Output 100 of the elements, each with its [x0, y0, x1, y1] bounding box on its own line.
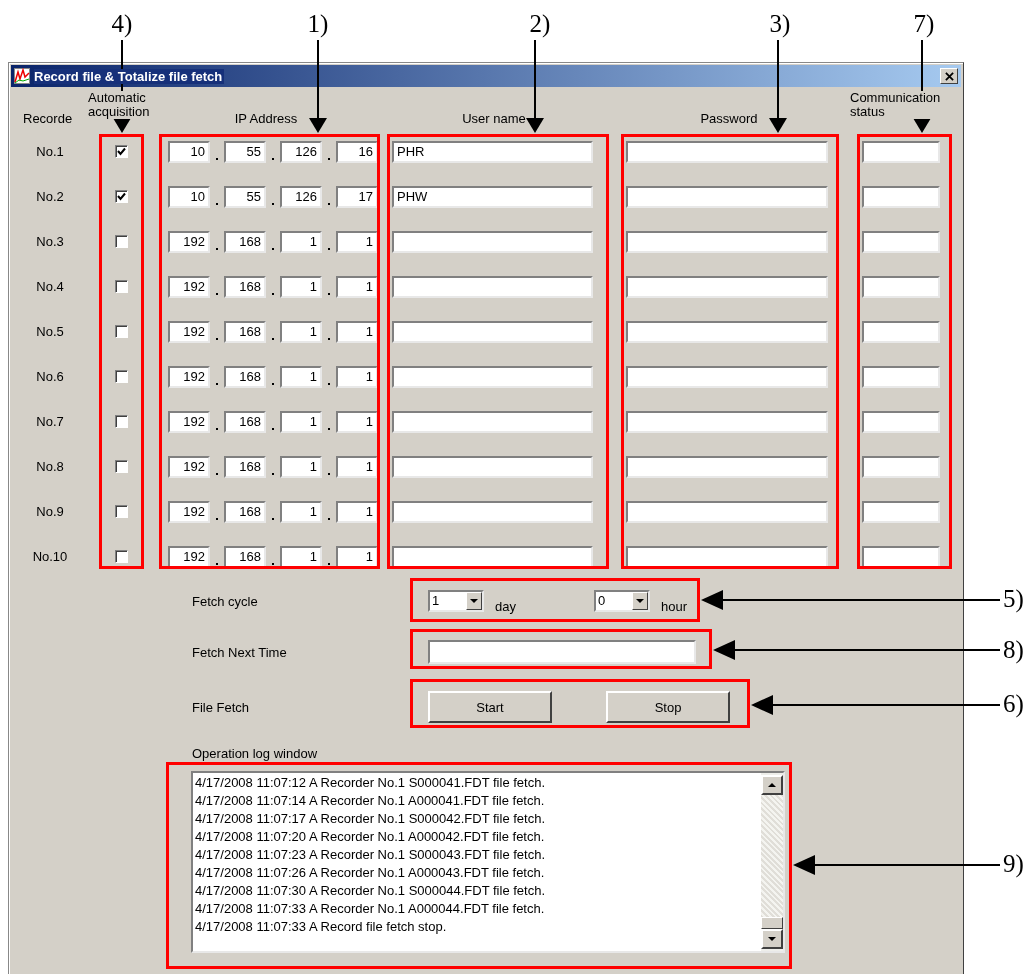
day-dropdown[interactable]: 1	[428, 590, 484, 612]
ip-octet-field[interactable]: 1	[336, 545, 378, 568]
ip-octet-field[interactable]: 1	[280, 455, 322, 478]
ip-octet-field[interactable]: 168	[224, 365, 266, 388]
password-field[interactable]	[626, 320, 828, 343]
checkbox[interactable]	[114, 415, 128, 428]
checkbox[interactable]	[114, 370, 128, 383]
scroll-up-button[interactable]	[761, 775, 783, 795]
checkbox[interactable]	[114, 145, 128, 158]
ip-octet-field[interactable]: 1	[280, 230, 322, 253]
push-button[interactable]: Start	[428, 691, 552, 723]
checkbox[interactable]	[114, 550, 128, 563]
push-button[interactable]: Stop	[606, 691, 730, 723]
log-list[interactable]	[191, 771, 785, 953]
close-button[interactable]	[940, 68, 958, 84]
user-name-field[interactable]	[392, 410, 593, 433]
log-line: 4/17/2008 11:07:33 A Recorder No.1 A000044.FDT file fetch.	[195, 900, 546, 918]
ip-octet-field[interactable]: 1	[336, 500, 378, 523]
ip-octet-field[interactable]: 1	[280, 320, 322, 343]
ip-octet-field[interactable]: 55	[224, 185, 266, 208]
ip-octet-field[interactable]: 168	[224, 230, 266, 253]
next-time-field[interactable]	[428, 640, 696, 664]
ip-octet-field[interactable]: 192	[168, 545, 210, 568]
ip-octet-field[interactable]: 192	[168, 365, 210, 388]
password-field[interactable]	[626, 185, 828, 208]
unit-label: day	[495, 598, 516, 614]
user-name-field[interactable]	[392, 275, 593, 298]
checkbox[interactable]	[114, 325, 128, 338]
ip-octet-field[interactable]: 10	[168, 185, 210, 208]
ip-octet-field[interactable]: 1	[336, 365, 378, 388]
ip-octet-field[interactable]: 17	[336, 185, 378, 208]
up-arrow-icon	[768, 783, 776, 787]
row-label: No.2	[36, 189, 64, 204]
ip-octet-field[interactable]: 192	[168, 230, 210, 253]
ip-octet-field[interactable]: 168	[224, 275, 266, 298]
password-field[interactable]	[626, 230, 828, 253]
password-field[interactable]	[626, 140, 828, 163]
scroll-down-button[interactable]	[761, 929, 783, 949]
status-field[interactable]	[862, 410, 940, 433]
scrollbar[interactable]	[761, 773, 783, 951]
checkbox[interactable]	[114, 190, 128, 203]
ip-octet-field[interactable]: 1	[336, 455, 378, 478]
password-field[interactable]	[626, 365, 828, 388]
ip-octet-field[interactable]: 55	[224, 140, 266, 163]
ip-octet-field[interactable]: 168	[224, 545, 266, 568]
row-label: No.5	[36, 324, 64, 339]
user-name-field[interactable]	[392, 545, 593, 568]
checkbox[interactable]	[114, 505, 128, 518]
dot-separator	[216, 382, 218, 385]
ip-octet-field[interactable]: 1	[336, 275, 378, 298]
ip-octet-field[interactable]: 10	[168, 140, 210, 163]
user-name-field[interactable]	[392, 230, 593, 253]
ip-octet-field[interactable]: 1	[280, 410, 322, 433]
ip-octet-field[interactable]: 126	[280, 185, 322, 208]
password-field[interactable]	[626, 455, 828, 478]
status-field[interactable]	[862, 230, 940, 253]
ip-octet-field[interactable]: 192	[168, 410, 210, 433]
user-name-field[interactable]: PHW	[392, 185, 593, 208]
ip-octet-field[interactable]: 16	[336, 140, 378, 163]
status-field[interactable]	[862, 140, 940, 163]
checkbox[interactable]	[114, 460, 128, 473]
ip-octet-field[interactable]: 1	[336, 320, 378, 343]
user-name-field[interactable]	[392, 365, 593, 388]
ip-octet-field[interactable]: 168	[224, 410, 266, 433]
ip-octet-field[interactable]: 126	[280, 140, 322, 163]
status-field[interactable]	[862, 365, 940, 388]
status-field[interactable]	[862, 320, 940, 343]
ip-octet-field[interactable]: 168	[224, 320, 266, 343]
status-field[interactable]	[862, 455, 940, 478]
ip-octet-field[interactable]: 1	[280, 545, 322, 568]
user-name-field[interactable]: PHR	[392, 140, 593, 163]
user-name-field[interactable]	[392, 455, 593, 478]
password-field[interactable]	[626, 410, 828, 433]
checkbox[interactable]	[114, 280, 128, 293]
ip-octet-field[interactable]: 168	[224, 455, 266, 478]
user-name-field[interactable]	[392, 320, 593, 343]
ip-octet-field[interactable]: 1	[280, 275, 322, 298]
password-field[interactable]	[626, 275, 828, 298]
status-field[interactable]	[862, 500, 940, 523]
status-field[interactable]	[862, 545, 940, 568]
ip-octet-field[interactable]: 192	[168, 455, 210, 478]
ip-octet-field[interactable]: 1	[336, 230, 378, 253]
ip-octet-field[interactable]: 168	[224, 500, 266, 523]
status-field[interactable]	[862, 275, 940, 298]
dot-separator	[216, 427, 218, 430]
dot-separator	[272, 292, 274, 295]
hour-dropdown[interactable]: 0	[593, 590, 650, 612]
password-field[interactable]	[626, 545, 828, 568]
scroll-thumb[interactable]	[761, 917, 783, 929]
status-field[interactable]	[862, 185, 940, 208]
dot-separator	[328, 337, 330, 340]
ip-octet-field[interactable]: 1	[336, 410, 378, 433]
user-name-field[interactable]	[392, 500, 593, 523]
password-field[interactable]	[626, 500, 828, 523]
ip-octet-field[interactable]: 192	[168, 500, 210, 523]
ip-octet-field[interactable]: 1	[280, 500, 322, 523]
ip-octet-field[interactable]: 192	[168, 320, 210, 343]
ip-octet-field[interactable]: 192	[168, 275, 210, 298]
ip-octet-field[interactable]: 1	[280, 365, 322, 388]
checkbox[interactable]	[114, 235, 128, 248]
